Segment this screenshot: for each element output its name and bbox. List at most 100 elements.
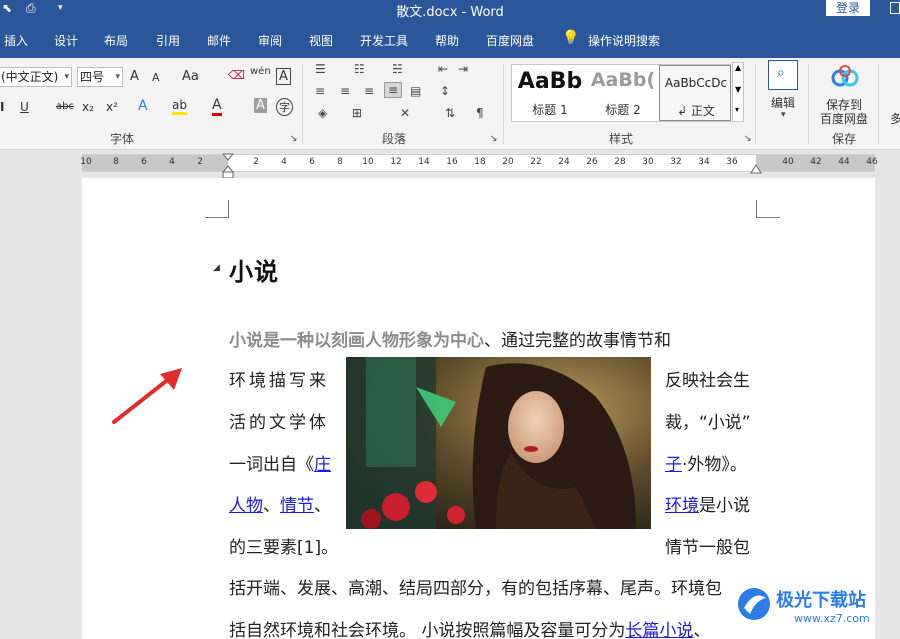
- chinese-layout-icon[interactable]: ✕: [400, 106, 410, 120]
- line-spacing-icon[interactable]: ↕: [440, 84, 450, 98]
- grow-font-icon[interactable]: A: [130, 69, 139, 84]
- ruler-number: 40: [782, 157, 794, 167]
- font-size-value: 四号: [80, 70, 105, 84]
- styles-scroll[interactable]: ▲ ▼ ▾: [732, 62, 744, 122]
- login-button[interactable]: 登录: [826, 0, 870, 16]
- dialog-launcher-icon[interactable]: ↘: [490, 134, 498, 144]
- tab-mailings[interactable]: 邮件: [207, 32, 231, 49]
- distributed-icon[interactable]: ▤: [410, 84, 421, 98]
- tab-layout[interactable]: 布局: [104, 32, 128, 49]
- ruler-number: 36: [726, 157, 738, 167]
- tab-view[interactable]: 视图: [309, 32, 333, 49]
- show-marks-icon[interactable]: ¶: [476, 106, 484, 120]
- char-shading-icon[interactable]: A: [254, 98, 267, 113]
- body-line-2-left[interactable]: 环境描写来: [229, 366, 329, 391]
- clear-format-icon[interactable]: ⌫: [228, 68, 245, 82]
- align-right-icon[interactable]: ≡: [364, 84, 374, 98]
- tell-me-search[interactable]: 操作说明搜索: [588, 32, 660, 49]
- tab-developer[interactable]: 开发工具: [360, 32, 408, 49]
- shrink-font-icon[interactable]: A: [152, 71, 160, 84]
- baidu-netdisk-icon[interactable]: [830, 64, 860, 88]
- group-divider: [878, 64, 879, 144]
- enclose-char-icon[interactable]: 字: [276, 98, 293, 116]
- body-line-1[interactable]: 小说是一种以刻画人物形象为中心、通过完整的故事情节和: [229, 326, 671, 351]
- editing-button[interactable]: 编辑: [771, 94, 795, 111]
- hyperlink[interactable]: 人物: [229, 496, 263, 516]
- body-line-4-right[interactable]: 子·外物》。: [665, 450, 747, 475]
- hyperlink[interactable]: 庄: [314, 455, 331, 475]
- font-name-select[interactable]: (中文正文) ▾: [0, 67, 72, 87]
- ruler-number: 24: [558, 157, 570, 167]
- superscript-icon[interactable]: x²: [106, 100, 118, 114]
- embedded-photo[interactable]: [346, 357, 651, 529]
- align-left-icon[interactable]: ≡: [315, 84, 325, 98]
- body-line-7[interactable]: 括开端、发展、高潮、结局四部分，有的包括序幕、尾声。环境包: [229, 574, 722, 599]
- tab-help[interactable]: 帮助: [435, 32, 459, 49]
- body-line-2-right[interactable]: 反映社会生: [665, 366, 750, 391]
- more-button[interactable]: 多: [890, 110, 900, 127]
- borders-icon[interactable]: ⊞: [352, 106, 362, 120]
- style-heading-1[interactable]: AaBb 标题 1: [514, 65, 586, 121]
- collapse-heading-icon[interactable]: ◢: [213, 263, 220, 273]
- right-indent-marker[interactable]: [750, 164, 762, 174]
- tab-review[interactable]: 审阅: [258, 32, 282, 49]
- char-border-icon[interactable]: A: [276, 68, 291, 85]
- body-line-3-right[interactable]: 裁，“小说”: [665, 408, 751, 433]
- shading-icon[interactable]: ◈: [318, 106, 327, 120]
- align-center-icon[interactable]: ≡: [340, 84, 350, 98]
- ruler-number: 10: [362, 157, 374, 167]
- increase-indent-icon[interactable]: ⇥: [458, 62, 468, 76]
- ruler-margin-left: [82, 155, 228, 171]
- change-case-icon[interactable]: Aa: [182, 69, 199, 84]
- save-baidu-line2[interactable]: 百度网盘: [820, 110, 868, 127]
- sort-icon[interactable]: ⇅: [445, 106, 455, 120]
- font-size-select[interactable]: 四号 ▾: [77, 67, 123, 87]
- text-run: 、通过完整的故事情节和: [484, 331, 671, 351]
- ribbon: (中文正文) ▾ 四号 ▾ A A Aa ⌫ wén A I U abc x₂ …: [0, 58, 900, 150]
- bold-icon[interactable]: I: [0, 100, 4, 114]
- chevron-up-icon: ▲: [735, 63, 742, 72]
- dialog-launcher-icon[interactable]: ↘: [290, 134, 298, 144]
- body-line-5-right[interactable]: 环境是小说: [665, 491, 750, 516]
- underline-icon[interactable]: U: [20, 100, 29, 114]
- multilevel-list-icon[interactable]: ☵: [392, 62, 403, 76]
- body-line-5-left[interactable]: 人物、情节、: [229, 491, 331, 516]
- tab-design[interactable]: 设计: [54, 32, 78, 49]
- body-line-4-left[interactable]: 一词出自《庄: [229, 450, 331, 475]
- body-line-8[interactable]: 括自然环境和社会环境。 小说按照篇幅及容量可分为长篇小说、: [229, 616, 710, 639]
- decrease-indent-icon[interactable]: ⇤: [438, 62, 448, 76]
- text-effects-icon[interactable]: A: [138, 98, 148, 114]
- indent-marker[interactable]: [222, 152, 234, 180]
- dialog-launcher-icon[interactable]: ↘: [744, 134, 752, 144]
- body-line-3-left[interactable]: 活的文学体: [229, 408, 329, 433]
- ruler-number: 42: [810, 157, 822, 167]
- group-divider: [755, 64, 756, 144]
- red-arrow-annotation: [112, 368, 182, 424]
- bullets-icon[interactable]: ☰: [315, 62, 326, 76]
- justify-icon[interactable]: ≡: [384, 82, 403, 98]
- document-heading[interactable]: 小说: [229, 252, 279, 287]
- hyperlink[interactable]: 长篇小说: [625, 621, 693, 639]
- highlight-icon[interactable]: ab: [172, 98, 187, 115]
- tab-baidu-netdisk[interactable]: 百度网盘: [486, 32, 534, 49]
- window-restore-icon[interactable]: [890, 2, 900, 14]
- body-line-6-left[interactable]: 的三要素[1]。: [229, 533, 338, 558]
- numbering-icon[interactable]: ☷: [354, 62, 365, 76]
- style-name: 标题 2: [605, 103, 641, 117]
- style-heading-2[interactable]: AaBb( 标题 2: [587, 65, 659, 121]
- ruler-number: 22: [530, 157, 542, 167]
- style-normal[interactable]: AaBbCcDc ↲ 正文: [659, 65, 731, 121]
- hyperlink[interactable]: 情节: [280, 496, 314, 516]
- subscript-icon[interactable]: x₂: [82, 100, 94, 114]
- body-line-6-right[interactable]: 情节一般包: [665, 533, 750, 558]
- font-group-label: 字体: [110, 132, 135, 146]
- strikethrough-icon[interactable]: abc: [56, 101, 74, 112]
- find-icon[interactable]: ⌕: [768, 60, 798, 90]
- phonetic-guide-icon[interactable]: wén: [250, 66, 271, 77]
- style-sample: AaBbCcDc: [664, 76, 728, 90]
- tab-references[interactable]: 引用: [156, 32, 180, 49]
- tab-insert[interactable]: 插入: [4, 32, 28, 49]
- font-color-icon[interactable]: A: [212, 97, 222, 116]
- hyperlink[interactable]: 子: [665, 455, 682, 475]
- hyperlink[interactable]: 环境: [665, 496, 699, 516]
